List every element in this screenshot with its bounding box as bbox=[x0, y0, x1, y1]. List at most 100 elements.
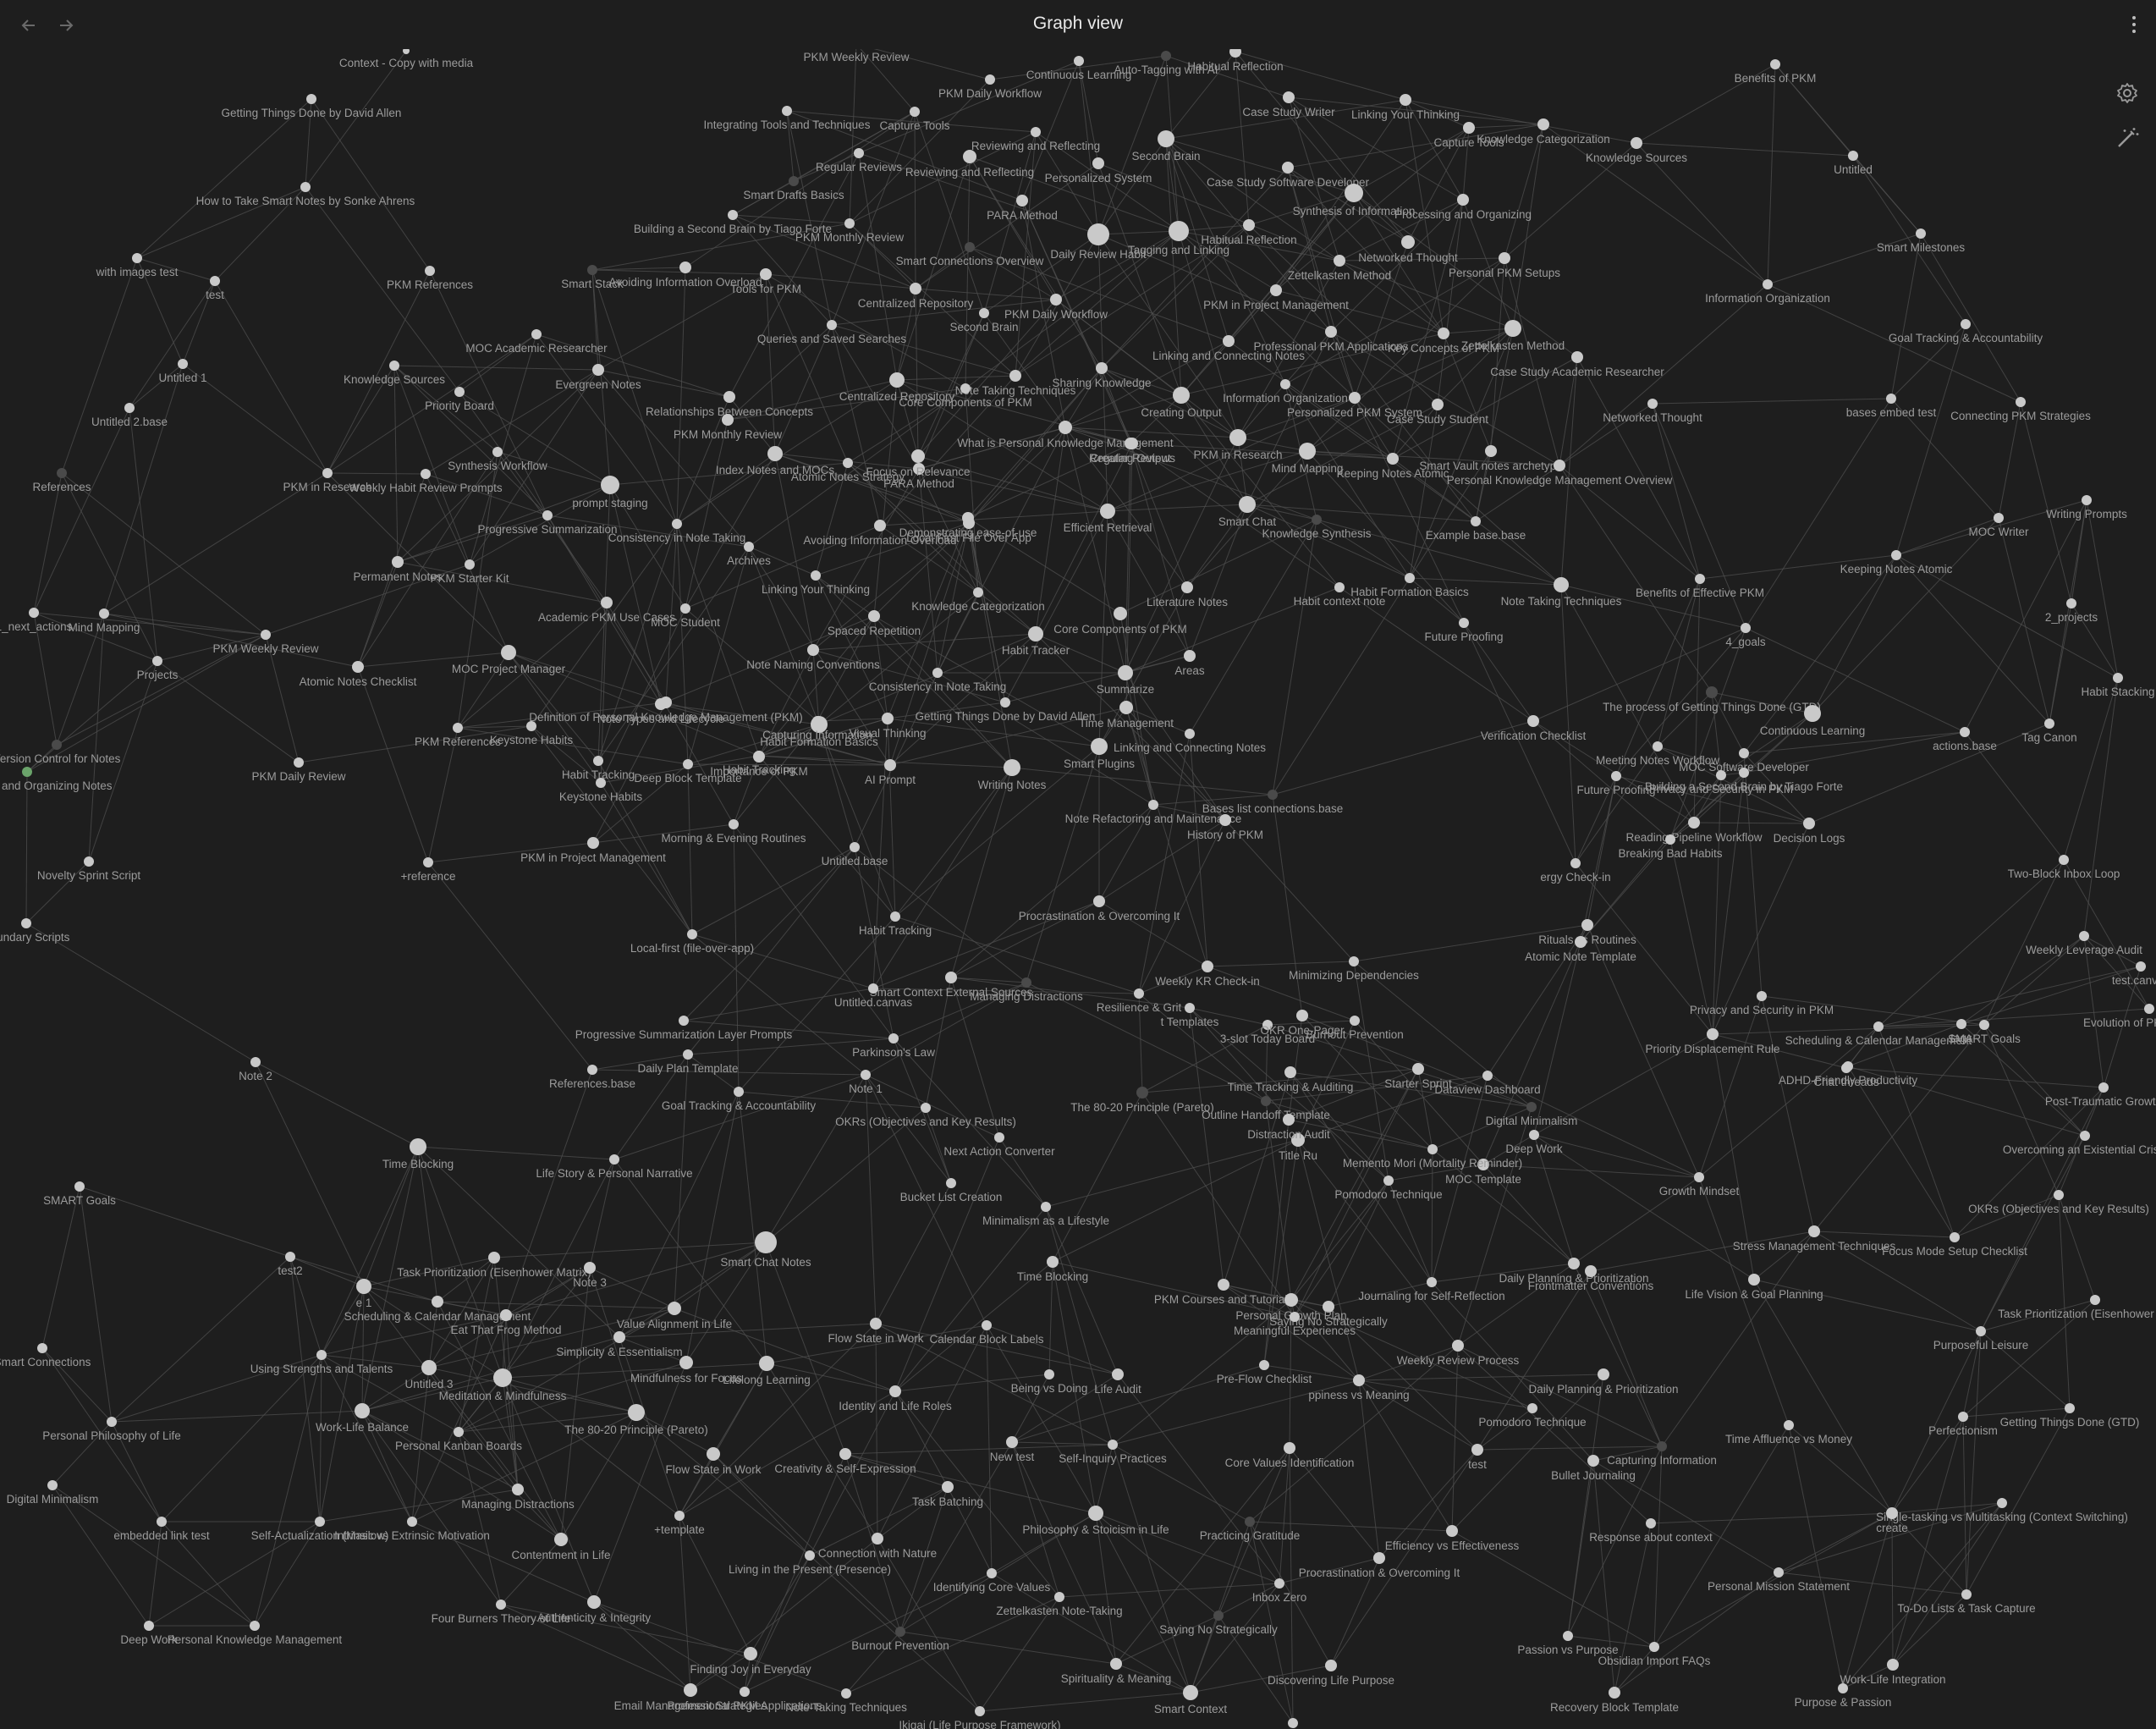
graph-node[interactable]: Daily Plan Template bbox=[637, 1049, 739, 1075]
graph-node-dot[interactable] bbox=[2090, 1295, 2100, 1305]
graph-node-dot[interactable] bbox=[421, 1360, 437, 1375]
graph-node-dot[interactable] bbox=[1598, 1368, 1609, 1380]
graph-node-dot[interactable] bbox=[683, 1049, 693, 1060]
graph-node[interactable]: PKM Weekly Review bbox=[212, 630, 319, 655]
graph-node[interactable]: Philosophy & Stoicism in Life bbox=[1022, 1506, 1169, 1536]
graph-node-dot[interactable] bbox=[1438, 328, 1449, 339]
graph-node[interactable]: Next Action Converter bbox=[943, 1132, 1055, 1158]
graph-node-dot[interactable] bbox=[1976, 1326, 1986, 1336]
graph-node-dot[interactable] bbox=[910, 283, 921, 295]
graph-node-dot[interactable] bbox=[740, 1687, 750, 1697]
graph-node[interactable]: Networked Thought bbox=[1603, 399, 1702, 424]
graph-node-dot[interactable] bbox=[1526, 1102, 1537, 1112]
graph-node[interactable]: PKM Starter Kit bbox=[430, 559, 509, 585]
graph-node[interactable]: PKM References bbox=[387, 266, 473, 291]
graph-node-dot[interactable] bbox=[1950, 1232, 1960, 1242]
graph-node-dot[interactable] bbox=[1185, 729, 1195, 739]
graph-node[interactable]: Identity and Life Roles bbox=[839, 1385, 952, 1412]
graph-node-dot[interactable] bbox=[1563, 1631, 1573, 1641]
graph-node[interactable]: Permanent Notes bbox=[353, 556, 443, 583]
graph-node-dot[interactable] bbox=[679, 262, 691, 273]
graph-node[interactable]: Personal Knowledge Management bbox=[168, 1621, 343, 1646]
graph-node-dot[interactable] bbox=[760, 268, 772, 280]
graph-node[interactable]: 4_goals bbox=[1725, 623, 1766, 648]
graph-node[interactable]: Consistency in Note Taking bbox=[869, 668, 1007, 693]
graph-node-dot[interactable] bbox=[1110, 1658, 1122, 1670]
graph-node-dot[interactable] bbox=[1016, 195, 1028, 206]
graph-canvas[interactable]: PKM Weekly Review Context - Copy with med… bbox=[0, 49, 2156, 1729]
graph-node-dot[interactable] bbox=[1427, 1144, 1438, 1154]
graph-node-dot[interactable] bbox=[734, 1087, 744, 1097]
graph-node[interactable]: Discovering Life Purpose bbox=[1268, 1660, 1394, 1687]
graph-node[interactable]: Goal Tracking & Accountability bbox=[662, 1087, 817, 1112]
graph-node[interactable]: Writing Notes bbox=[978, 759, 1047, 791]
graph-node-dot[interactable] bbox=[744, 542, 754, 552]
graph-node[interactable]: New test bbox=[990, 1436, 1035, 1463]
graph-node-dot[interactable] bbox=[1570, 858, 1581, 868]
graph-node[interactable]: Connection with Nature bbox=[818, 1533, 937, 1560]
graph-node[interactable]: ppiness vs Meaning bbox=[1308, 1374, 1410, 1401]
graph-node-dot[interactable] bbox=[1838, 1683, 1848, 1693]
graph-node-dot[interactable] bbox=[1891, 550, 1901, 560]
graph-node[interactable]: Keystone Habits bbox=[559, 778, 643, 803]
graph-node[interactable]: Reading Pipeline Workflow bbox=[1625, 817, 1763, 844]
graph-node-dot[interactable] bbox=[1412, 1063, 1424, 1075]
graph-node-dot[interactable] bbox=[1581, 919, 1593, 931]
graph-node-dot[interactable] bbox=[421, 469, 431, 479]
graph-node-dot[interactable] bbox=[285, 1252, 295, 1262]
graph-node-dot[interactable] bbox=[1387, 453, 1399, 465]
graph-node-dot[interactable] bbox=[410, 1138, 426, 1155]
graph-node[interactable]: The process of Getting Things Done (GTD) bbox=[1603, 686, 1821, 713]
graph-node-dot[interactable] bbox=[1956, 1019, 1966, 1029]
graph-node[interactable]: MOC Academic Researcher bbox=[465, 329, 608, 355]
graph-node-dot[interactable] bbox=[1245, 1517, 1255, 1527]
graph-node-dot[interactable] bbox=[1657, 1441, 1667, 1451]
graph-node[interactable]: Post-Traumatic Growth bbox=[2045, 1082, 2156, 1108]
graph-node[interactable]: Goal Tracking & Accountability bbox=[1889, 319, 2043, 344]
graph-node-dot[interactable] bbox=[74, 1181, 85, 1192]
graph-node-dot[interactable] bbox=[684, 1683, 697, 1697]
graph-node-dot[interactable] bbox=[1218, 1279, 1229, 1291]
graph-node-dot[interactable] bbox=[1803, 818, 1815, 829]
graph-node-dot[interactable] bbox=[99, 608, 109, 619]
graph-node-dot[interactable] bbox=[47, 1480, 58, 1490]
graph-node-dot[interactable] bbox=[674, 1511, 685, 1521]
graph-node-dot[interactable] bbox=[1916, 229, 1926, 239]
graph-node[interactable]: Efficient Retrieval bbox=[1064, 504, 1152, 534]
graph-node[interactable]: test2 bbox=[278, 1252, 303, 1277]
graph-node[interactable]: Getting Things Done by David Allen bbox=[916, 697, 1096, 723]
graph-node[interactable]: Benefits of Effective PKM bbox=[1636, 574, 1764, 599]
graph-node[interactable]: Getting Things Done by David Allen bbox=[222, 94, 402, 119]
graph-node-dot[interactable] bbox=[872, 1533, 883, 1545]
graph-node-dot[interactable] bbox=[294, 757, 304, 768]
graph-node-dot[interactable] bbox=[501, 645, 516, 660]
graph-node-dot[interactable] bbox=[1219, 814, 1231, 826]
graph-node[interactable]: Bases list connections.base bbox=[1202, 790, 1344, 815]
graph-node-dot[interactable] bbox=[1485, 445, 1497, 457]
graph-node-dot[interactable] bbox=[432, 1296, 443, 1308]
graph-node[interactable]: Tag Canon bbox=[2021, 719, 2077, 744]
graph-node[interactable]: What is Personal Knowledge Management bbox=[957, 421, 1174, 449]
graph-node[interactable]: Core Components of PKM bbox=[1053, 607, 1187, 636]
graph-node[interactable]: Untitled.base bbox=[822, 842, 888, 867]
graph-node-dot[interactable] bbox=[1114, 607, 1127, 620]
graph-node[interactable]: Building a Second Brain by Tiago Forte bbox=[1645, 768, 1843, 793]
graph-node-dot[interactable] bbox=[178, 359, 188, 369]
graph-node[interactable]: Daily Planning & Prioritization bbox=[1528, 1368, 1679, 1396]
graph-node[interactable]: Inbox Zero bbox=[1252, 1578, 1307, 1604]
graph-node-dot[interactable] bbox=[587, 265, 597, 275]
graph-node-dot[interactable] bbox=[493, 1368, 512, 1387]
graph-node-dot[interactable] bbox=[250, 1621, 260, 1631]
graph-node-dot[interactable] bbox=[1647, 399, 1658, 409]
graph-node-dot[interactable] bbox=[870, 1318, 882, 1330]
graph-node-dot[interactable] bbox=[392, 556, 404, 568]
graph-node[interactable]: Practicing Gratitude bbox=[1200, 1517, 1301, 1542]
graph-node[interactable]: Simplicity & Essentialism bbox=[556, 1331, 683, 1358]
graph-node-dot[interactable] bbox=[889, 1385, 901, 1397]
graph-node-dot[interactable] bbox=[37, 1343, 47, 1353]
graph-node-dot[interactable] bbox=[1345, 184, 1363, 202]
graph-node-dot[interactable] bbox=[1169, 221, 1189, 241]
graph-node[interactable]: Using Strengths and Talents bbox=[250, 1350, 393, 1375]
graph-node-dot[interactable] bbox=[1100, 504, 1115, 519]
graph-node[interactable]: Note 2 bbox=[239, 1057, 272, 1082]
